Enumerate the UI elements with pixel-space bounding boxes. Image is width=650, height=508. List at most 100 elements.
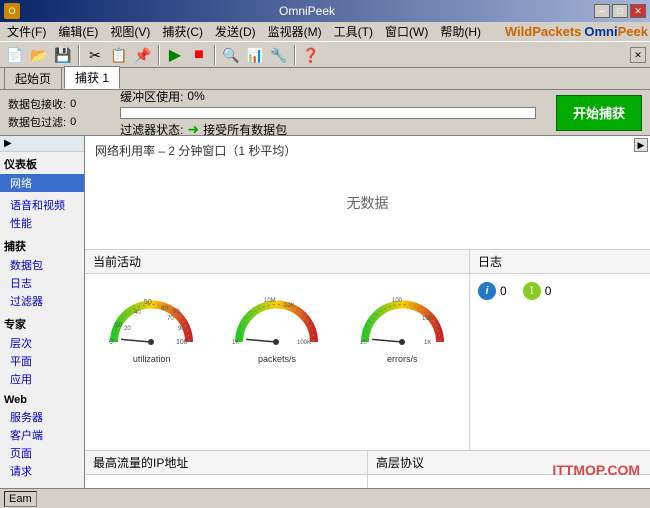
menu-capture[interactable]: 捕获(C)	[157, 22, 208, 41]
log-info-count: 0	[500, 284, 507, 298]
toolbar-cut[interactable]: ✂	[84, 44, 106, 66]
sidebar-collapse[interactable]: ▶	[0, 136, 84, 152]
gauges-container: 0 50 100 20 70 60 80 90 40 30 utilizatio…	[85, 274, 469, 372]
sidebar-header-expert: 专家	[0, 314, 84, 334]
tab-capture[interactable]: 捕获 1	[64, 66, 120, 89]
sidebar-item-filter[interactable]: 过滤器	[0, 292, 84, 310]
toolbar-stop[interactable]: ■	[188, 44, 210, 66]
bottom-status-bar: Eam	[0, 488, 650, 508]
menu-help[interactable]: 帮助(H)	[435, 22, 486, 41]
top-ip-header: 最高流量的IP地址	[85, 451, 367, 475]
packet-status: 数据包接收: 0 数据包过滤: 0	[8, 96, 100, 130]
toolbar-save[interactable]: 💾	[52, 44, 74, 66]
log-header: 日志	[470, 250, 650, 274]
toolbar-copy[interactable]: 📋	[108, 44, 130, 66]
logo: WildPackets OmniPeek	[505, 24, 648, 39]
scroll-right-btn[interactable]: ▶	[634, 138, 648, 152]
menu-monitor[interactable]: 监视器(M)	[263, 22, 327, 41]
activity-log-panels: 当前活动	[85, 250, 650, 450]
minimize-button[interactable]: ─	[594, 4, 610, 18]
title-text: OmniPeek	[20, 4, 594, 18]
svg-text:90: 90	[178, 326, 185, 332]
svg-text:50: 50	[144, 299, 152, 306]
high-protocol-panel: 高层协议	[368, 451, 650, 488]
sidebar-item-perf[interactable]: 性能	[0, 214, 84, 232]
top-ip-panel: 最高流量的IP地址	[85, 451, 368, 488]
menu-view[interactable]: 视图(V)	[105, 22, 155, 41]
sidebar-section-voip: 语音和视频 呼叫 媒体 对等	[0, 482, 84, 488]
menu-edit[interactable]: 编辑(E)	[53, 22, 103, 41]
buffer-label: 缓冲区使用:	[120, 88, 183, 105]
sidebar-item-log[interactable]: 日志	[0, 274, 84, 292]
network-utilization-section: 网络利用率 – 2 分钟窗口（1 秒平均） 无数据	[85, 136, 650, 250]
menu-tools[interactable]: 工具(T)	[329, 22, 378, 41]
log-warn-icon: !	[523, 282, 541, 300]
activity-panel: 当前活动	[85, 250, 470, 450]
gauge-errors: 10 100 1K 10K errors/s	[355, 282, 450, 364]
toolbar-decode[interactable]: 🔧	[268, 44, 290, 66]
sidebar-item-app[interactable]: 应用	[0, 370, 84, 388]
sidebar-item-layers[interactable]: 层次	[0, 334, 84, 352]
start-capture-button[interactable]: 开始捕获	[556, 95, 642, 131]
svg-text:100: 100	[176, 339, 188, 346]
sidebar-header-web: Web	[0, 392, 84, 408]
sidebar-header-capture: 捕获	[0, 236, 84, 256]
toolbar-filter[interactable]: 🔍	[220, 44, 242, 66]
packets-received-label: 数据包接收:	[8, 96, 66, 112]
sidebar-item-packets[interactable]: 数据包	[0, 256, 84, 274]
sidebar-item-flat[interactable]: 平面	[0, 352, 84, 370]
toolbar-extra[interactable]: ✕	[630, 47, 646, 63]
gauge-errors-label: errors/s	[387, 354, 418, 364]
gauge-packets-label: packets/s	[258, 354, 296, 364]
log-panel: 日志 i 0 ! 0	[470, 250, 650, 450]
toolbar-new[interactable]: 📄	[4, 44, 26, 66]
sidebar-item-page[interactable]: 页面	[0, 444, 84, 462]
packets-filtered-value: 0	[70, 116, 100, 128]
svg-text:10K: 10K	[284, 303, 295, 309]
sidebar-item-server[interactable]: 服务器	[0, 408, 84, 426]
toolbar-open[interactable]: 📂	[28, 44, 50, 66]
menu-file[interactable]: 文件(F)	[2, 22, 51, 41]
filter-arrow-icon: ➜	[187, 121, 199, 138]
close-button[interactable]: ✕	[630, 4, 646, 18]
sidebar-item-client[interactable]: 客户端	[0, 426, 84, 444]
gauge-packets: 1K 10M 100K 10K packets/s	[229, 282, 324, 364]
status-bar: 数据包接收: 0 数据包过滤: 0 缓冲区使用: 0% 过滤器状态: ➜ 接受所…	[0, 90, 650, 136]
svg-text:80: 80	[173, 309, 180, 315]
toolbar-paste[interactable]: 📌	[132, 44, 154, 66]
log-warn-count: 0	[545, 284, 552, 298]
high-protocol-content	[368, 475, 650, 488]
toolbar-help[interactable]: ❓	[300, 44, 322, 66]
menu-window[interactable]: 窗口(W)	[380, 22, 433, 41]
sidebar-arrow: ▶	[4, 138, 12, 149]
bottom-status-text: Eam	[4, 491, 37, 507]
gauge-util-label: utilization	[133, 354, 171, 364]
maximize-button[interactable]: □	[612, 4, 628, 18]
packets-filtered-label: 数据包过滤:	[8, 114, 66, 130]
no-data-text: 无数据	[95, 163, 640, 243]
sidebar-item-av[interactable]: 语音和视频	[0, 196, 84, 214]
menu-bar: 文件(F) 编辑(E) 视图(V) 捕获(C) 发送(D) 监视器(M) 工具(…	[0, 22, 650, 42]
svg-text:0: 0	[109, 339, 113, 346]
sidebar-header-dashboard: 仪表板	[0, 154, 84, 174]
buffer-value: 0%	[187, 89, 217, 103]
packets-received-value: 0	[70, 98, 100, 110]
svg-text:10: 10	[360, 340, 367, 346]
svg-text:100: 100	[392, 298, 403, 304]
title-controls: ─ □ ✕	[594, 4, 646, 18]
sidebar-item-network[interactable]: 网络	[0, 174, 84, 192]
filter-status-value: 接受所有数据包	[203, 121, 287, 138]
content-area: ▶ 网络利用率 – 2 分钟窗口（1 秒平均） 无数据 当前活动	[85, 136, 650, 488]
svg-text:10K: 10K	[422, 316, 433, 322]
sidebar-item-request[interactable]: 请求	[0, 462, 84, 480]
svg-text:20: 20	[124, 326, 131, 332]
toolbar-stats[interactable]: 📊	[244, 44, 266, 66]
toolbar-capture[interactable]: ▶	[164, 44, 186, 66]
main-area: ▶ 仪表板 网络 语音和视频 性能 捕获 数据包 日志 过滤器 专家 层次 平面…	[0, 136, 650, 488]
tab-start[interactable]: 起始页	[4, 67, 62, 89]
menu-send[interactable]: 发送(D)	[210, 22, 261, 41]
gauge-utilization: 0 50 100 20 70 60 80 90 40 30 utilizatio…	[104, 282, 199, 364]
svg-text:30: 30	[115, 323, 122, 329]
svg-text:40: 40	[134, 310, 141, 316]
toolbar-sep1	[78, 45, 80, 65]
